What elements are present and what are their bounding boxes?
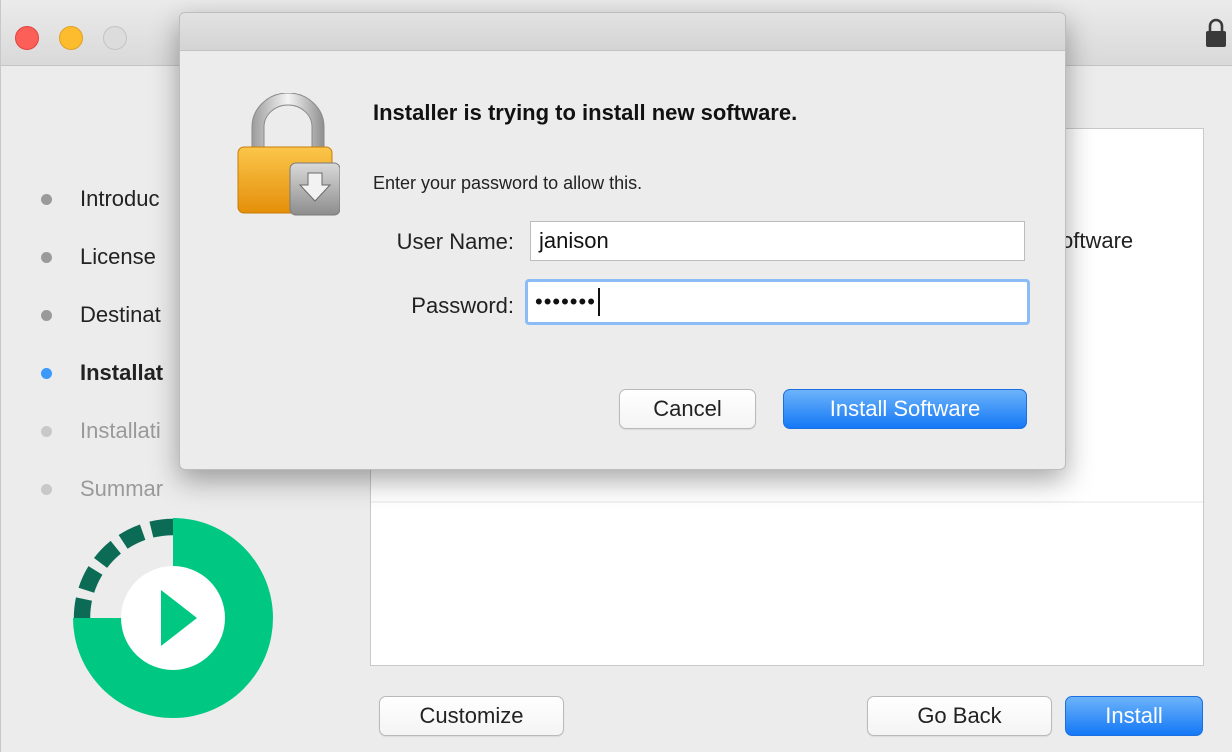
- padlock-installer-icon: [237, 93, 340, 216]
- password-field[interactable]: •••••••: [525, 279, 1030, 325]
- content-divider: [371, 501, 1203, 503]
- install-software-button[interactable]: Install Software: [783, 389, 1027, 429]
- dialog-subtitle: Enter your password to allow this.: [373, 173, 643, 193]
- text-caret: [597, 288, 600, 316]
- step-installation-type: Installat: [41, 344, 163, 402]
- password-label: Password:: [411, 293, 514, 318]
- step-destination: Destinat: [41, 286, 163, 344]
- step-introduction: Introduc: [41, 170, 163, 228]
- step-bullet: [41, 193, 52, 205]
- step-label: License: [80, 244, 156, 269]
- customize-button[interactable]: Customize: [379, 696, 564, 736]
- cancel-button[interactable]: Cancel: [619, 389, 756, 429]
- zoom-window-button[interactable]: [103, 26, 127, 50]
- installer-logo: [73, 518, 273, 718]
- step-label: Installati: [80, 418, 161, 443]
- step-bullet: [41, 251, 52, 263]
- step-label: Summar: [80, 476, 164, 501]
- minimize-window-button[interactable]: [59, 26, 83, 50]
- dialog-title: Installer is trying to install new softw…: [373, 100, 798, 125]
- step-label: Installat: [80, 360, 164, 385]
- step-license: License: [41, 228, 163, 286]
- step-installation: Installati: [41, 402, 163, 460]
- install-button[interactable]: Install: [1065, 696, 1203, 736]
- authentication-dialog: Installer is trying to install new softw…: [179, 12, 1066, 470]
- step-bullet-active: [41, 367, 52, 379]
- close-window-button[interactable]: [15, 26, 39, 50]
- content-text: oftware: [1061, 228, 1134, 253]
- installer-steps: Introduc License Destinat Installat Inst…: [41, 170, 163, 518]
- step-summary: Summar: [41, 460, 163, 518]
- go-back-button[interactable]: Go Back: [867, 696, 1052, 736]
- step-bullet: [41, 425, 52, 437]
- password-mask: •••••••: [535, 289, 596, 314]
- user-name-label: User Name:: [396, 229, 514, 254]
- lock-icon: [1206, 18, 1226, 47]
- dialog-top-bar: [180, 13, 1065, 51]
- step-label: Introduc: [80, 186, 160, 211]
- step-bullet: [41, 483, 52, 495]
- step-bullet: [41, 309, 52, 321]
- step-label: Destinat: [80, 302, 161, 327]
- user-name-field[interactable]: janison: [530, 221, 1025, 261]
